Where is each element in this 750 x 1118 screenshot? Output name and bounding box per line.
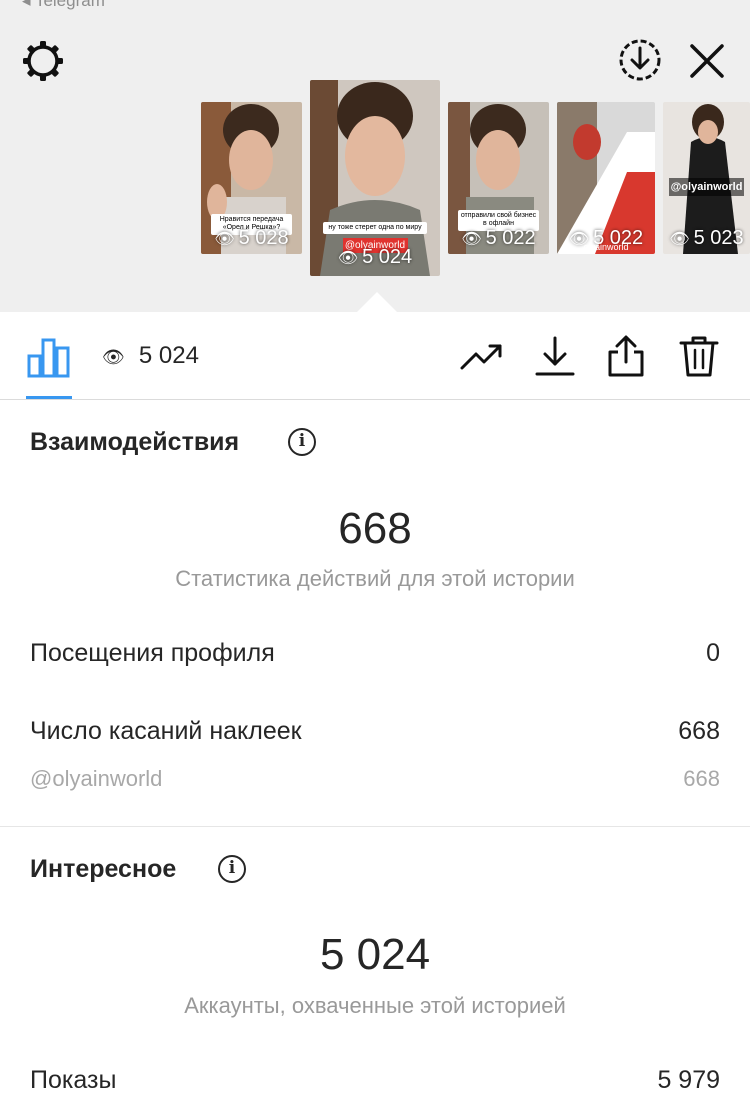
eye-icon: 👁	[669, 231, 690, 248]
download-circle-icon[interactable]	[616, 36, 664, 84]
sticker-mention-value: 668	[683, 766, 720, 791]
story-preview-area: ◂ Telegram Нравится передача «Орел и Реш…	[0, 0, 750, 312]
story-thumbnail[interactable]: 👁 5 022 olyainworld	[557, 102, 655, 254]
story-brand-label: olyainworld	[583, 242, 629, 252]
trending-up-icon[interactable]	[460, 334, 504, 378]
story-views: 👁 5 024	[310, 246, 440, 269]
discovery-title: Интересное	[30, 855, 177, 883]
eye-icon: 👁	[461, 231, 482, 248]
section-divider	[0, 826, 750, 827]
story-thumbnail[interactable]: @olyainworld 👁 5 023	[663, 102, 750, 254]
story-caption: ну тоже стерет одна по миру	[323, 222, 427, 235]
back-to-telegram-link[interactable]: ◂ Telegram	[22, 0, 105, 11]
discovery-caption: Аккаунты, охваченные этой историей	[184, 993, 566, 1018]
story-views: 👁 5 023	[663, 227, 750, 250]
share-icon[interactable]	[604, 334, 648, 378]
story-views: 👁 5 022	[448, 227, 549, 250]
info-icon[interactable]: i	[218, 855, 246, 883]
download-icon[interactable]	[533, 334, 577, 378]
sticker-taps-value: 668	[678, 717, 720, 745]
story-thumbnail-selected[interactable]: ну тоже стерет одна по миру @olyainworld…	[310, 80, 440, 276]
story-brand-label: @olyainworld	[669, 178, 744, 196]
story-views-value: 5 028	[238, 227, 289, 249]
discovery-total: 5 024	[319, 930, 431, 979]
views-count-value: 5 024	[138, 342, 199, 369]
gear-icon[interactable]	[20, 38, 66, 84]
story-views-value: 5 023	[693, 227, 744, 249]
eye-icon: 👁	[102, 347, 125, 367]
impressions-value: 5 979	[657, 1066, 720, 1094]
selected-pointer	[357, 292, 397, 312]
story-thumbnail[interactable]: отправили свой бизнес в офлайн 👁 5 022	[448, 102, 549, 254]
interactions-total: 668	[338, 504, 412, 553]
sticker-taps-label: Число касаний наклеек	[30, 717, 302, 745]
impressions-label: Показы	[30, 1066, 117, 1094]
sticker-mention-label: @olyainworld	[30, 766, 163, 791]
views-count: 👁 5 024	[102, 342, 199, 370]
eye-icon: 👁	[337, 250, 359, 267]
eye-icon: 👁	[214, 231, 235, 248]
story-thumbnail[interactable]: Нравится передача «Орел и Решка»? 👁 5 028	[201, 102, 302, 254]
profile-visits-label: Посещения профиля	[30, 639, 275, 667]
interactions-title: Взаимодействия	[30, 428, 240, 456]
trash-icon[interactable]	[677, 334, 721, 378]
profile-visits-value: 0	[706, 639, 720, 667]
info-icon[interactable]: i	[288, 428, 316, 456]
story-views: 👁 5 028	[201, 227, 302, 250]
interactions-caption: Статистика действий для этой истории	[175, 566, 575, 591]
close-icon[interactable]	[686, 40, 728, 82]
insights-toolbar: 👁 5 024	[0, 312, 750, 400]
bar-chart-icon[interactable]	[26, 334, 72, 378]
active-tab-indicator	[26, 396, 72, 399]
story-views-value: 5 022	[485, 227, 536, 249]
story-views-value: 5 024	[362, 246, 413, 268]
